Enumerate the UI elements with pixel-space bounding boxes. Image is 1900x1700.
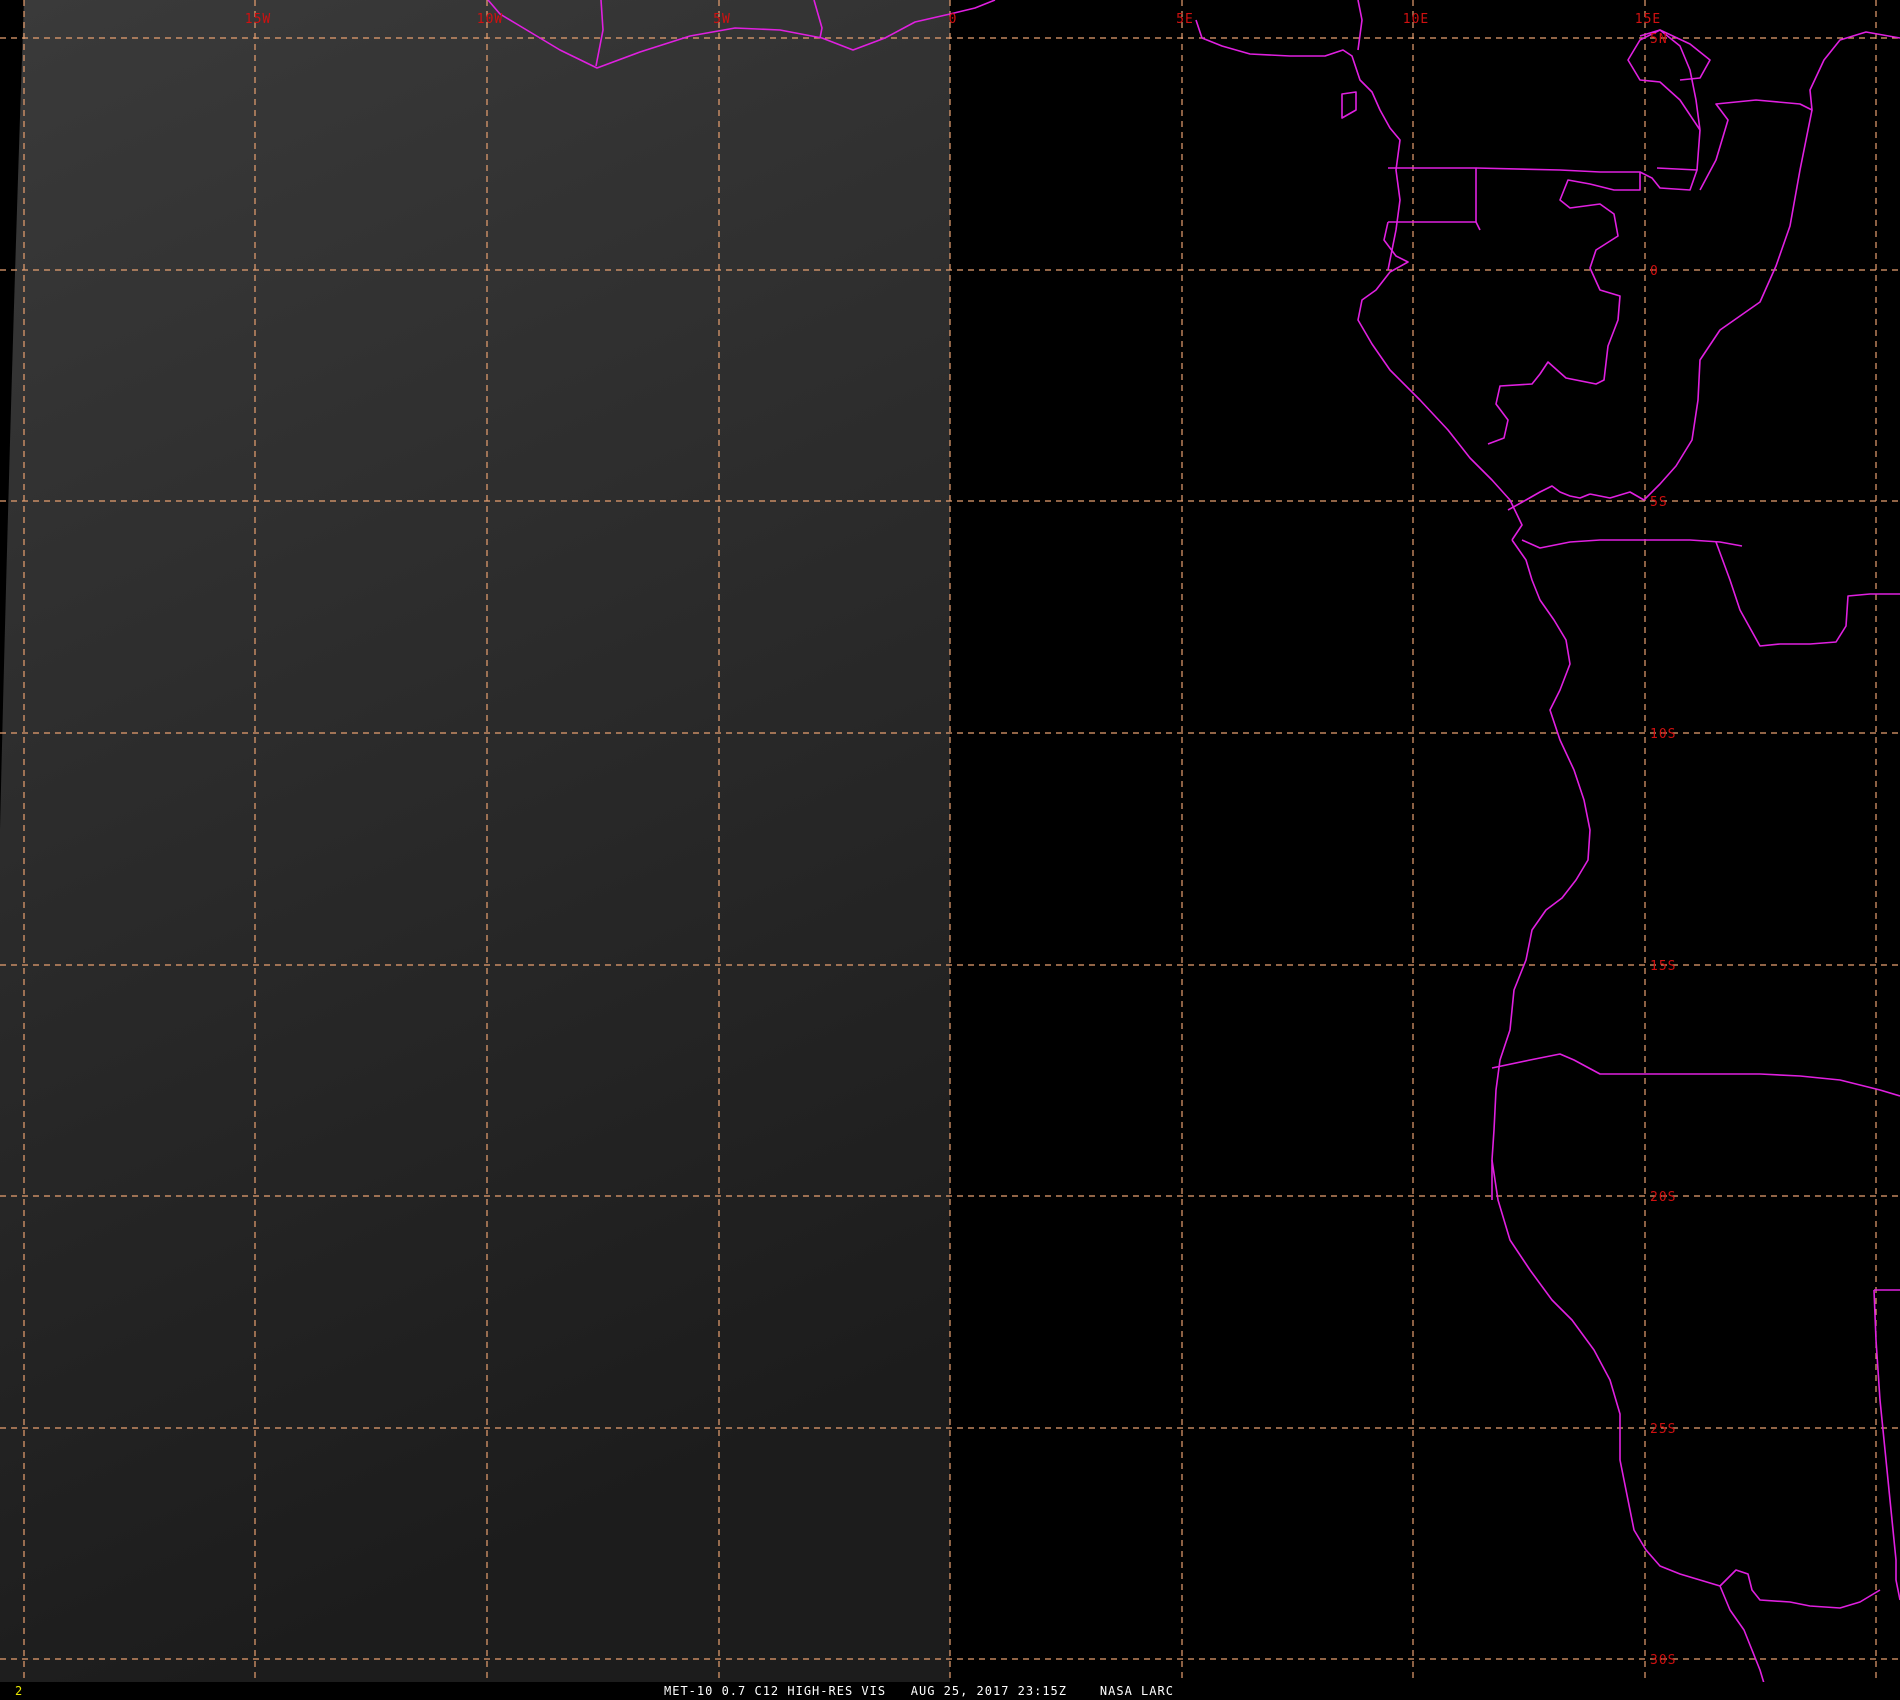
latitude-label: 30S	[1650, 1653, 1676, 1668]
border-equatorial-guinea	[1388, 167, 1477, 223]
longitude-label: 0	[949, 12, 958, 27]
image-caption: MET-10 0.7 C12 HIGH-RES VIS AUG 25, 2017…	[664, 1684, 1174, 1698]
latitude-label: 5N	[1650, 32, 1668, 47]
latitude-label: 5S	[1650, 495, 1668, 510]
latitude-label: 25S	[1650, 1422, 1676, 1437]
satellite-map: 15W 10W 5W 0 5E 10E 15E 5N 0 5S 10S 15S 20S 25S 30S	[0, 0, 1900, 1700]
border-angola-drc	[1521, 539, 1743, 549]
coastline-congo-mouth	[1589, 491, 1645, 501]
longitude-label: 15W	[245, 12, 271, 27]
border-gabon-interior	[1475, 221, 1481, 231]
border-gabon-congo	[1475, 167, 1698, 191]
frame-number: 2	[15, 1684, 24, 1698]
latitude-label: 0	[1650, 264, 1659, 279]
latitude-label: 15S	[1650, 959, 1676, 974]
island-bioko	[1341, 91, 1357, 119]
longitude-label: 10E	[1403, 12, 1429, 27]
border-cameroon-car	[1487, 172, 1641, 445]
border-cabinda	[1507, 485, 1591, 511]
longitude-label: 15E	[1635, 12, 1661, 27]
border-namibia-south-africa	[1719, 1569, 1881, 1609]
longitude-label: 5E	[1176, 12, 1194, 27]
latitude-labels: 5N 0 5S 10S 15S 20S 25S 30S	[1650, 32, 1676, 1668]
coastline-namibia	[1491, 1159, 1721, 1587]
caption-bar: 2 MET-10 0.7 C12 HIGH-RES VIS AUG 25, 20…	[0, 1682, 1900, 1700]
longitude-label: 5W	[713, 12, 731, 27]
border-congo-drc	[1627, 29, 1701, 171]
border-angola-drc-east	[1715, 541, 1900, 647]
longitude-label: 10W	[477, 12, 503, 27]
coastline-north-east	[1357, 0, 1363, 51]
coastline-angola	[1491, 539, 1591, 1200]
border-angola-namibia	[1491, 1053, 1900, 1097]
latitude-label: 20S	[1650, 1190, 1676, 1205]
imaged-region	[0, 0, 950, 1688]
coastline-nigeria	[1195, 19, 1401, 271]
latitude-label: 10S	[1650, 727, 1676, 742]
border-east-lower-2	[1873, 1289, 1900, 1601]
